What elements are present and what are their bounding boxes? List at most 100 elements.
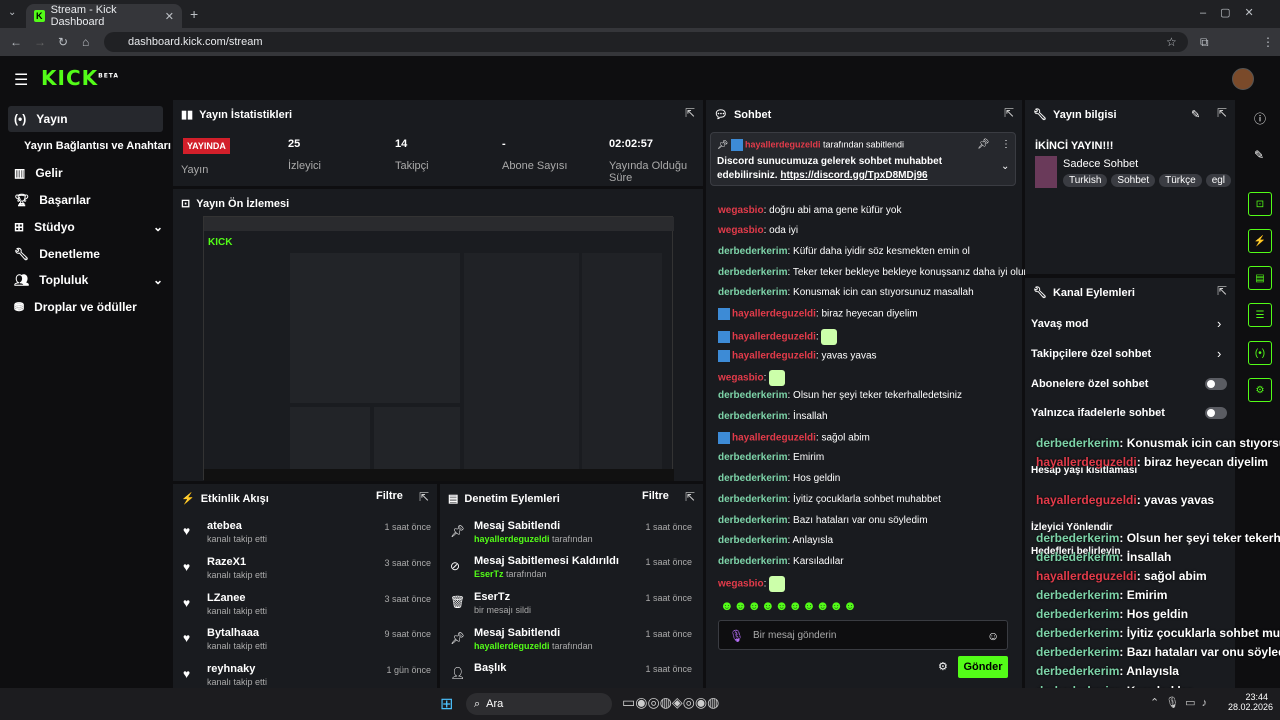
chat-username[interactable]: derbederkerim xyxy=(718,494,787,505)
close-tab-icon[interactable]: ✕ xyxy=(165,10,174,23)
channel-actions-icon[interactable]: ⚙ xyxy=(1248,378,1272,402)
tab-list-icon[interactable]: ⌄ xyxy=(8,7,16,18)
chat-message: hayallerdeguzeldi: yavas yavas xyxy=(718,350,877,362)
chat-username[interactable]: wegasbio xyxy=(718,579,764,590)
more-options-icon[interactable]: ⋮ xyxy=(1001,139,1011,150)
avatar[interactable] xyxy=(1232,68,1254,90)
mic-icon[interactable]: 🎙︎ xyxy=(729,629,744,643)
subs-only-toggle[interactable] xyxy=(1205,378,1227,390)
popout-icon[interactable]: ⇱ xyxy=(1004,106,1014,120)
sidebar-item-droplar[interactable]: ⛃ Droplar ve ödüller xyxy=(8,294,163,320)
preview-toggle-icon[interactable]: ⊡ xyxy=(1248,192,1272,216)
chat-text: : sağol abim xyxy=(815,432,870,444)
chat-text: : oda iyi xyxy=(763,225,799,236)
chat-username[interactable]: derbederkerim xyxy=(718,452,787,463)
kick-logo[interactable]: KICKBETA xyxy=(41,66,119,90)
tag[interactable]: Türkçe xyxy=(1159,174,1202,187)
chevron-right-icon[interactable]: › xyxy=(1217,316,1221,331)
popout-icon[interactable]: ⇱ xyxy=(1217,106,1227,120)
activity-panel: ⚡ Etkinlik Akışı Filtre ⇱ ♥ atebea kanalı t… xyxy=(173,484,437,688)
discord-link[interactable]: https://discord.gg/TpxD8MDj96 xyxy=(780,170,927,181)
taskbar-apps[interactable]: ▭◉◎◍◈◎◉◍ xyxy=(622,694,719,711)
extensions-icon[interactable]: ⧉ xyxy=(1200,35,1209,50)
popout-icon[interactable]: ⇱ xyxy=(1217,284,1227,298)
new-tab-icon[interactable]: + xyxy=(190,6,198,22)
chat-username[interactable]: derbederkerim xyxy=(718,287,787,298)
edit-pencil-icon[interactable]: ✎ xyxy=(1254,148,1264,162)
activity-filter-button[interactable]: Filtre xyxy=(376,490,403,502)
bolt-icon[interactable]: ⚡ xyxy=(1248,229,1272,253)
sidebar-item-gelir[interactable]: ▥ Gelir xyxy=(8,160,163,186)
emoji-icon[interactable]: ☺ xyxy=(987,629,999,643)
pin-icon[interactable]: 📌︎ xyxy=(977,139,990,150)
hamburger-menu-icon[interactable]: ☰ xyxy=(14,70,28,90)
chat-username[interactable]: derbederkerim xyxy=(718,390,787,401)
send-button[interactable]: Gönder xyxy=(958,656,1008,678)
duration-value: 02:02:57 xyxy=(609,138,654,150)
sidebar-item-yayin[interactable]: (•) Yayın xyxy=(8,106,163,132)
sidebar-item-basarilar[interactable]: 🏆︎ Başarılar xyxy=(8,187,163,213)
reload-icon[interactable]: ↻ xyxy=(58,35,68,49)
chat-bubble-icon[interactable]: ☰ xyxy=(1248,303,1272,327)
followers-only-label[interactable]: Takipçilere özel sohbet xyxy=(1031,348,1151,360)
chat-username[interactable]: wegasbio xyxy=(718,373,764,384)
forward-icon[interactable]: → xyxy=(34,35,46,49)
info-icon[interactable]: ⓘ xyxy=(1254,110,1266,127)
chat-username[interactable]: derbederkerim xyxy=(718,411,787,422)
overlay-chat-message: derbederkerim: Hos geldin xyxy=(1036,607,1189,621)
browser-tab[interactable]: K Stream - Kick Dashboard ✕ xyxy=(26,4,182,28)
slow-mode-label[interactable]: Yavaş mod xyxy=(1031,318,1088,330)
chat-username[interactable]: derbederkerim xyxy=(718,535,787,546)
chat-username[interactable]: hayallerdeguzeldi xyxy=(732,351,816,362)
settings-gear-icon[interactable]: ⚙ xyxy=(938,660,948,673)
chat-username[interactable]: derbederkerim xyxy=(718,267,787,278)
overlay-chat-message: hayallerdeguzeldi: biraz heyecan diyelim xyxy=(1036,455,1269,469)
system-tray-icons[interactable]: ⌃🎙︎▭♪ xyxy=(1150,696,1213,709)
popout-icon[interactable]: ⇱ xyxy=(685,106,695,120)
popout-icon[interactable]: ⇱ xyxy=(685,490,695,504)
tag[interactable]: Turkish xyxy=(1063,174,1108,187)
overlay-chat-message: derbederkerim: Olsun her şeyi teker teke… xyxy=(1036,531,1280,545)
chat-username[interactable]: hayallerdeguzeldi xyxy=(732,332,816,343)
home-icon[interactable]: ⌂ xyxy=(82,35,89,49)
emote-bar[interactable]: ☻☻☻☻☻☻☻☻☻☻ xyxy=(720,598,1010,613)
clock[interactable]: 23:44 28.02.2026 xyxy=(1228,692,1273,712)
popout-icon[interactable]: ⇱ xyxy=(419,490,429,504)
bookmark-star-icon[interactable]: ☆ xyxy=(1166,35,1177,49)
chat-message: derbederkerim: Teker teker bekleye bekle… xyxy=(718,267,1027,278)
menu-dots-icon[interactable]: ⋮ xyxy=(1262,35,1274,49)
sidebar-item-stream-key[interactable]: Yayın Bağlantısı ve Anahtarı xyxy=(18,133,173,159)
sidebar-item-studyo[interactable]: ⊞ Stüdyo ⌄ xyxy=(8,214,163,240)
tag[interactable]: Sohbet xyxy=(1111,174,1156,187)
chevron-down-icon: ⌄ xyxy=(152,220,163,234)
window-controls[interactable]: –▢✕ xyxy=(1200,6,1268,19)
chat-username[interactable]: hayallerdeguzeldi xyxy=(732,309,816,320)
broadcast-icon[interactable]: (•) xyxy=(1248,341,1272,365)
back-icon[interactable]: ← xyxy=(10,35,22,49)
taskbar-search[interactable]: ⌕ Ara xyxy=(466,693,612,715)
chat-username[interactable]: wegasbio xyxy=(718,225,764,236)
url-input[interactable]: dashboard.kick.com/stream xyxy=(104,32,1188,52)
subs-value: - xyxy=(502,138,506,150)
chat-username[interactable]: derbederkerim xyxy=(718,246,787,257)
chat-username[interactable]: derbederkerim xyxy=(718,556,787,567)
edit-pencil-icon[interactable]: ✎ xyxy=(1191,108,1200,121)
chat-username[interactable]: derbederkerim xyxy=(718,515,787,526)
document-icon[interactable]: ▤ xyxy=(1248,266,1272,290)
chat-username[interactable]: hayallerdeguzeldi xyxy=(732,433,816,444)
sidebar-item-denetleme[interactable]: 🔧︎ Denetleme xyxy=(8,241,163,267)
chat-username[interactable]: derbederkerim xyxy=(718,473,787,484)
chat-input[interactable]: 🎙︎ Bir mesaj gönderin ☺ xyxy=(718,620,1008,650)
chevron-down-icon[interactable]: ⌄ xyxy=(1001,161,1009,172)
preview-title: ⊡ Yayın Ön İzlemesi xyxy=(181,197,290,211)
windows-start-icon[interactable]: ⊞ xyxy=(440,694,453,714)
emote-only-toggle[interactable] xyxy=(1205,407,1227,419)
chevron-right-icon[interactable]: › xyxy=(1217,346,1221,361)
chat-message: wegasbio: xyxy=(718,576,786,592)
tag[interactable]: egl xyxy=(1205,174,1232,187)
mod-filter-button[interactable]: Filtre xyxy=(642,490,669,502)
chart-icon: ▥ xyxy=(14,166,26,180)
chat-username[interactable]: wegasbio xyxy=(718,205,764,216)
sidebar-item-topluluk[interactable]: 👥︎ Topluluk ⌄ xyxy=(8,267,163,293)
stats-panel: ▮▮ Yayın İstatistikleri ⇱ YAYINDA Yayın 2… xyxy=(173,100,703,186)
